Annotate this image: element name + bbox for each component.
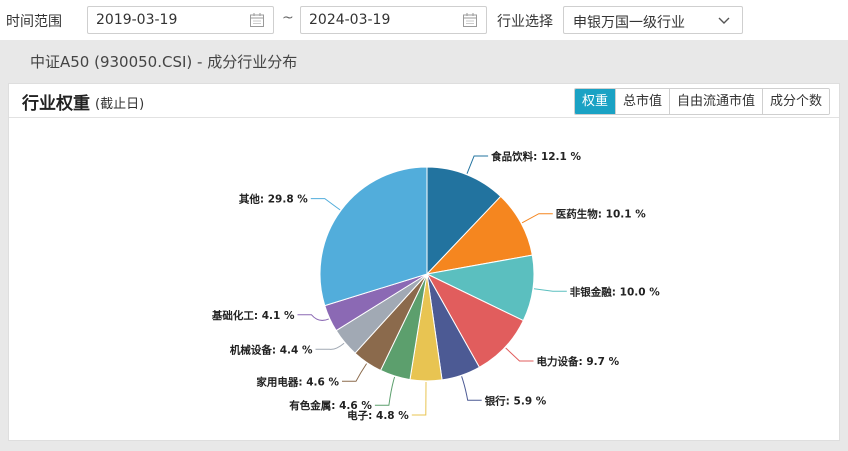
industry-pie-chart: 食品饮料: 12.1 % 医药生物: 10.1 % 非银金融: 10.0 % 电力设备… [211, 150, 660, 422]
slice-label: 食品饮料: 12.1 % [490, 150, 581, 163]
industry-weight-panel: 行业权重 (截止日) 权重 总市值 自由流通市值 成分个数 食品饮料: 12.1… [8, 83, 840, 441]
industry-label: 行业选择 [497, 14, 553, 30]
label-leader-line [461, 376, 482, 401]
calendar-icon[interactable] [462, 12, 478, 28]
label-leader-line [310, 198, 341, 211]
start-date-value: 2019-03-19 [96, 12, 178, 28]
label-leader-line [521, 213, 553, 224]
time-range-label: 时间范围 [6, 14, 62, 30]
slice-label: 其他: 29.8 % [239, 193, 308, 206]
filter-bar: 时间范围 2019-03-19 ~ 2024-03-19 行业选择 申银万国一级… [0, 0, 848, 40]
label-leader-line [466, 155, 489, 174]
slice-label: 机械设备: 4.4 % [230, 343, 313, 356]
label-leader-line [411, 381, 427, 416]
industry-select[interactable]: 申银万国一级行业 [563, 6, 743, 34]
slice-label: 医药生物: 10.1 % [556, 208, 646, 221]
slice-label: 家用电器: 4.6 % [256, 375, 339, 388]
slice-label: 有色金属: 4.6 % [289, 399, 372, 412]
start-date-input[interactable]: 2019-03-19 [87, 6, 274, 34]
label-leader-line [533, 288, 567, 292]
label-leader-line [297, 314, 330, 321]
chevron-down-icon [718, 17, 730, 24]
date-separator: ~ [282, 10, 294, 26]
slice-label: 基础化工: 4.1 % [211, 309, 295, 322]
slice-label: 电力设备: 9.7 % [537, 355, 620, 368]
end-date-input[interactable]: 2024-03-19 [300, 6, 487, 34]
industry-select-value: 申银万国一级行业 [573, 15, 685, 31]
label-leader-line [374, 376, 396, 406]
label-leader-line [342, 363, 368, 382]
page-subtitle: 中证A50 (930050.CSI) - 成分行业分布 [30, 53, 298, 71]
slice-label: 银行: 5.9 % [485, 394, 547, 407]
end-date-value: 2024-03-19 [309, 12, 391, 28]
calendar-icon[interactable] [249, 12, 265, 28]
slice-label: 非银金融: 10.0 % [570, 285, 660, 298]
label-leader-line [315, 342, 345, 350]
label-leader-line [505, 347, 534, 362]
